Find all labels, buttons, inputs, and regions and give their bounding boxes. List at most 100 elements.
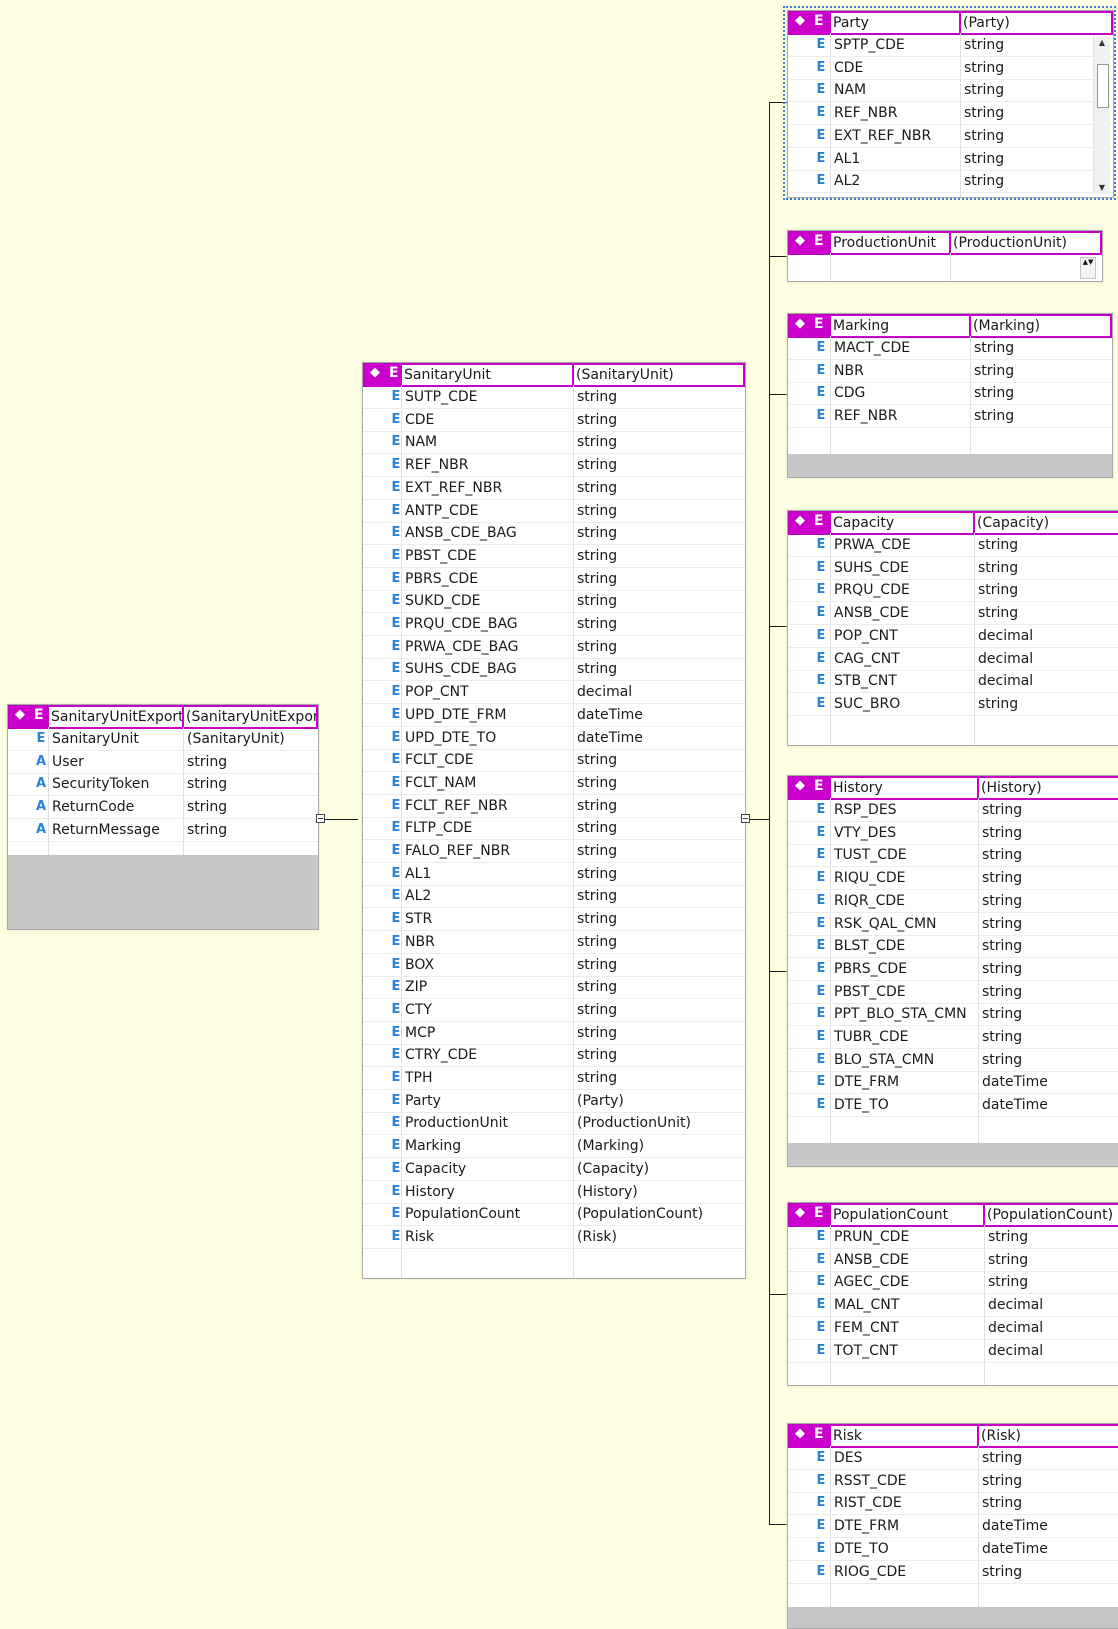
collapse-toggle-icon[interactable]	[316, 814, 325, 823]
field-row[interactable]: E CAG_CNT decimal	[788, 648, 1118, 671]
field-row[interactable]: E PRQU_CDE_BAG string	[363, 613, 745, 636]
field-row[interactable]: E RSST_CDE string	[788, 1470, 1118, 1493]
entity-box-sanitary[interactable]: ◆ E SanitaryUnit (SanitaryUnit) E SUTP_CDE str…	[362, 362, 746, 1279]
field-row[interactable]: E DTE_TO dateTime	[788, 1094, 1118, 1118]
field-row[interactable]: E ANSB_CDE string	[788, 602, 1118, 626]
field-row[interactable]: E ProductionUnit (ProductionUnit)	[363, 1112, 745, 1136]
field-row[interactable]: E CTY string	[363, 999, 745, 1022]
field-row[interactable]: E BOX string	[363, 954, 745, 977]
field-row[interactable]: E CDE string	[363, 409, 745, 432]
field-row[interactable]: E FCLT_REF_NBR string	[363, 795, 745, 818]
entity-header[interactable]: ◆ E Capacity (Capacity)	[788, 511, 1118, 535]
field-row[interactable]: A User string	[8, 751, 318, 774]
field-row[interactable]: E Marking (Marking)	[363, 1135, 745, 1159]
entity-header[interactable]: ◆ E ProductionUnit (ProductionUnit)	[788, 231, 1102, 255]
field-row[interactable]: E Party (Party)	[363, 1090, 745, 1113]
field-row[interactable]: E RSK_QAL_CMN string	[788, 913, 1118, 936]
entity-header[interactable]: ◆ E SanitaryUnit (SanitaryUnit)	[363, 363, 745, 387]
entity-header[interactable]: ◆ E History (History)	[788, 776, 1118, 800]
spin-control[interactable]: ▲▼	[1080, 257, 1096, 279]
entity-box-history[interactable]: ◆ E History (History) E RSP_DES string E VTY_DES…	[787, 775, 1118, 1167]
field-row[interactable]: E BLST_CDE string	[788, 935, 1118, 959]
entity-box-root[interactable]: ◆ E SanitaryUnitExport (SanitaryUnitExport)…	[7, 704, 319, 930]
field-row[interactable]: E ANSB_CDE_BAG string	[363, 522, 745, 546]
field-row[interactable]: E SanitaryUnit (SanitaryUnit)	[8, 728, 318, 751]
field-row[interactable]: E TUBR_CDE string	[788, 1026, 1118, 1049]
field-row[interactable]: E DES string	[788, 1447, 1118, 1470]
field-row[interactable]: E RIOG_CDE string	[788, 1561, 1118, 1584]
field-row[interactable]: E MACT_CDE string	[788, 337, 1112, 360]
field-row[interactable]: E NBR string	[363, 931, 745, 954]
field-row[interactable]: E DTE_TO dateTime	[788, 1538, 1118, 1561]
field-row[interactable]: E UPD_DTE_FRM dateTime	[363, 704, 745, 727]
entity-header[interactable]: ◆ E PopulationCount (PopulationCount)	[788, 1203, 1118, 1227]
field-row[interactable]: E EXT_REF_NBR string	[363, 477, 745, 500]
field-row[interactable]: E STR string	[363, 908, 745, 932]
collapse-toggle-icon[interactable]	[741, 814, 750, 823]
field-row[interactable]: E CDG string	[788, 382, 1112, 406]
field-row[interactable]: E AGEC_CDE string	[788, 1271, 1118, 1295]
entity-box-capacity[interactable]: ◆ E Capacity (Capacity) E PRWA_CDE string E SUHS…	[787, 510, 1118, 746]
field-row[interactable]: E FCLT_CDE string	[363, 749, 745, 773]
field-row[interactable]: E REF_NBR string	[788, 405, 1112, 429]
field-row[interactable]: E PBST_CDE string	[788, 981, 1118, 1004]
entity-box-marking[interactable]: ◆ E Marking (Marking) E MACT_CDE string E NBR str…	[787, 313, 1113, 478]
field-row[interactable]: E POP_CNT decimal	[363, 681, 745, 705]
field-row[interactable]: E MCP string	[363, 1022, 745, 1045]
field-row[interactable]: E RIST_CDE string	[788, 1492, 1118, 1516]
field-row[interactable]: E TOT_CNT decimal	[788, 1340, 1118, 1363]
field-row[interactable]: E RIQR_CDE string	[788, 890, 1118, 913]
field-row[interactable]: A SecurityToken string	[8, 773, 318, 797]
field-row[interactable]: E PBRS_CDE string	[363, 568, 745, 591]
field-row[interactable]: E SUHS_CDE_BAG string	[363, 658, 745, 682]
field-row[interactable]: E NBR string	[788, 360, 1112, 383]
field-row[interactable]: E FEM_CNT decimal	[788, 1317, 1118, 1340]
field-row[interactable]: E AL1 string	[363, 863, 745, 886]
field-row[interactable]: E VTY_DES string	[788, 822, 1118, 845]
field-row[interactable]: E SUC_BRO string	[788, 693, 1118, 716]
field-row[interactable]: E PRWA_CDE string	[788, 534, 1118, 557]
entity-box-population[interactable]: ◆ E PopulationCount (PopulationCount) E PRUN_…	[787, 1202, 1118, 1386]
field-row[interactable]: E UPD_DTE_TO dateTime	[363, 727, 745, 750]
field-row[interactable]: E MAL_CNT decimal	[788, 1294, 1118, 1318]
entity-box-risk[interactable]: ◆ E Risk (Risk) E DES string E RSST_CDE string E RI…	[787, 1423, 1118, 1629]
field-row[interactable]: E PBST_CDE string	[363, 545, 745, 568]
field-row[interactable]: E PBRS_CDE string	[788, 958, 1118, 981]
field-row[interactable]: E Risk (Risk)	[363, 1226, 745, 1249]
field-row[interactable]: E TUST_CDE string	[788, 844, 1118, 868]
field-row[interactable]: E DTE_FRM dateTime	[788, 1071, 1118, 1095]
entity-header[interactable]: ◆ E SanitaryUnitExport (SanitaryUnitExport)	[8, 705, 318, 729]
field-row[interactable]: E PRWA_CDE_BAG string	[363, 636, 745, 659]
field-row[interactable]: E SUKD_CDE string	[363, 590, 745, 614]
field-row[interactable]: E FLTP_CDE string	[363, 817, 745, 841]
field-row[interactable]: E FALO_REF_NBR string	[363, 840, 745, 863]
field-row[interactable]: E ANTP_CDE string	[363, 500, 745, 523]
field-row[interactable]: E ZIP string	[363, 976, 745, 1000]
field-row[interactable]: E NAM string	[363, 431, 745, 455]
field-row[interactable]: E BLO_STA_CMN string	[788, 1049, 1118, 1072]
field-row[interactable]: E SUTP_CDE string	[363, 386, 745, 409]
field-row[interactable]: E AL2 string	[363, 885, 745, 909]
field-row[interactable]: E PopulationCount (PopulationCount)	[363, 1203, 745, 1227]
field-row[interactable]: A ReturnCode string	[8, 796, 318, 820]
field-row[interactable]: E PPT_BLO_STA_CMN string	[788, 1003, 1118, 1027]
field-row[interactable]: E STB_CNT decimal	[788, 670, 1118, 694]
field-row[interactable]: E CTRY_CDE string	[363, 1044, 745, 1068]
field-row[interactable]: E DTE_FRM dateTime	[788, 1515, 1118, 1539]
field-row[interactable]: E PRUN_CDE string	[788, 1226, 1118, 1249]
field-row[interactable]: E FCLT_NAM string	[363, 772, 745, 795]
field-row[interactable]: E Capacity (Capacity)	[363, 1158, 745, 1181]
field-row[interactable]: A ReturnMessage string	[8, 819, 318, 842]
field-row[interactable]: E RSP_DES string	[788, 799, 1118, 822]
field-row[interactable]: E History (History)	[363, 1181, 745, 1204]
field-row[interactable]: E POP_CNT decimal	[788, 625, 1118, 648]
field-row[interactable]: E PRQU_CDE string	[788, 579, 1118, 603]
entity-header[interactable]: ◆ E Risk (Risk)	[788, 1424, 1118, 1448]
field-row[interactable]: E TPH string	[363, 1067, 745, 1090]
field-row[interactable]: E ANSB_CDE string	[788, 1249, 1118, 1272]
field-row[interactable]: E RIQU_CDE string	[788, 867, 1118, 891]
entity-header[interactable]: ◆ E Marking (Marking)	[788, 314, 1112, 338]
entity-box-production[interactable]: ◆ E ProductionUnit (ProductionUnit) ▲▼	[787, 230, 1103, 282]
field-row[interactable]: E REF_NBR string	[363, 454, 745, 478]
field-row[interactable]: E SUHS_CDE string	[788, 557, 1118, 580]
